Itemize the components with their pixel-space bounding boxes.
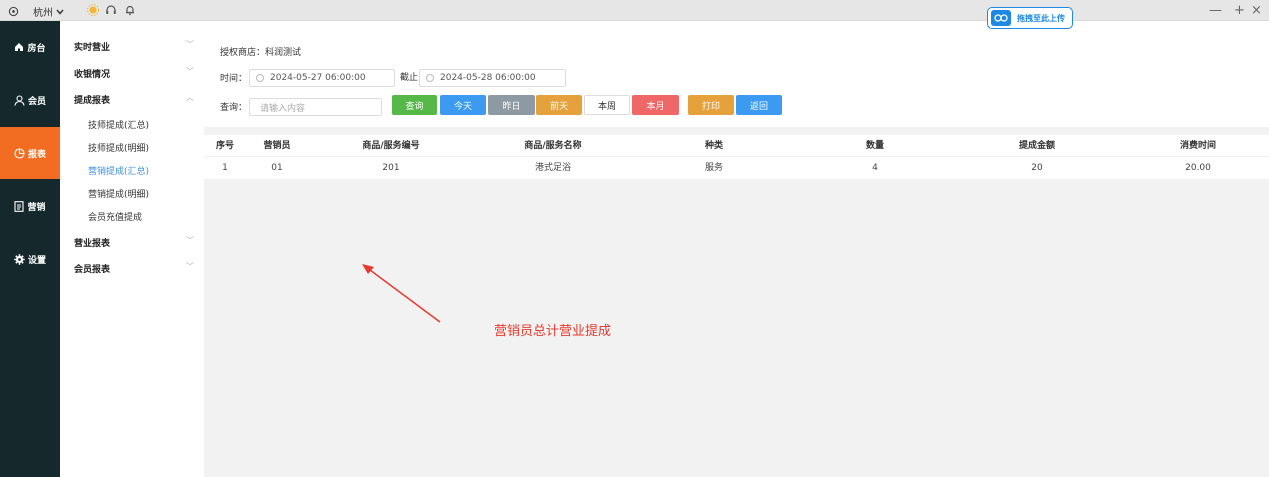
sun-icon[interactable]: [87, 4, 99, 16]
row-cell: 港式足浴: [534, 163, 572, 173]
nav-item-members[interactable]: 会员: [0, 74, 60, 126]
submenu-item-member-topup[interactable]: 会员充值提成: [88, 210, 142, 223]
row-cell: 4: [872, 163, 878, 173]
gear-icon: [14, 253, 25, 265]
submenu-group-member[interactable]: 会员报表: [74, 262, 110, 275]
main-content: 授权商店：科润测试 时间： 2024-05-27 06:00:00 截止 202…: [204, 21, 1269, 477]
location-selector[interactable]: 杭州: [8, 4, 64, 19]
upload-label: 拖拽至此上传: [1017, 13, 1065, 23]
submenu-item-tech-summary[interactable]: 技师提成(汇总): [88, 118, 149, 131]
chevron-down-icon: ﹀: [186, 262, 194, 271]
back-button[interactable]: 返回: [736, 95, 782, 115]
header-cell: 数量: [865, 141, 885, 151]
nav-item-settings[interactable]: 设置: [0, 233, 60, 285]
maximize-button[interactable]: +: [1234, 3, 1245, 18]
title-bar: 杭州 — + ×: [0, 0, 1269, 21]
start-time-input[interactable]: 2024-05-27 06:00:00: [249, 69, 395, 87]
nav-label: 营销: [27, 202, 46, 213]
print-button[interactable]: 打印: [688, 95, 734, 115]
chevron-down-icon: ﹀: [186, 67, 194, 76]
cloud-upload-icon: [991, 10, 1011, 26]
submenu-group-cashier[interactable]: 收银情况: [74, 67, 110, 80]
submenu-group-business[interactable]: 营业报表: [74, 236, 110, 249]
submenu-item-sales-detail[interactable]: 营销提成(明细): [88, 187, 149, 200]
clock-icon: [426, 74, 434, 82]
row-cell: 1: [222, 163, 228, 173]
time-label: 时间：: [220, 74, 248, 84]
this-month-button[interactable]: 本月: [632, 95, 679, 115]
header-cell: 商品/服务名称: [524, 141, 582, 151]
chevron-down-icon: [56, 9, 64, 15]
today-button[interactable]: 今天: [440, 95, 486, 115]
chevron-up-icon: ︿: [186, 93, 194, 102]
yesterday-button[interactable]: 昨日: [488, 95, 535, 115]
submenu-item-sales-summary[interactable]: 营销提成(汇总): [88, 164, 149, 177]
query-input[interactable]: 请输入内容: [249, 98, 382, 116]
location-label: 杭州: [33, 8, 53, 19]
query-label: 查询：: [220, 103, 248, 113]
home-icon: [15, 43, 24, 51]
row-cell: 服务: [704, 163, 724, 173]
upload-button[interactable]: 拖拽至此上传: [987, 7, 1073, 29]
annotation-text: 营销员总计营业提成: [494, 324, 612, 339]
table-row[interactable]: 1 01 201 港式足浴 服务 4 20 20.00: [204, 157, 1269, 179]
nav-item-marketing[interactable]: 营销: [0, 180, 60, 232]
header-cell: 种类: [704, 141, 724, 151]
header-cell: 商品/服务编号: [362, 141, 420, 151]
minimize-button[interactable]: —: [1209, 3, 1222, 18]
store-label: 授权商店：科润测试: [220, 48, 302, 58]
end-time-input[interactable]: 2024-05-28 06:00:00: [419, 69, 566, 87]
user-icon: [14, 94, 25, 106]
this-week-button[interactable]: 本周: [584, 95, 630, 115]
clock-icon: [256, 74, 264, 82]
headset-icon[interactable]: [105, 4, 117, 16]
chevron-down-icon: ﹀: [186, 236, 194, 245]
close-button[interactable]: ×: [1251, 3, 1262, 18]
nav-label: 设置: [27, 255, 46, 266]
main-nav: 房台 会员 报表 营销 设置: [0, 21, 60, 477]
bell-icon[interactable]: [124, 4, 136, 16]
row-cell: 20: [1031, 163, 1043, 173]
to-label: 截止: [400, 73, 419, 83]
chart-icon: [14, 147, 25, 159]
nav-label: 房台: [27, 43, 46, 54]
day-before-button[interactable]: 前天: [536, 95, 582, 115]
submenu-group-commission[interactable]: 提成报表: [74, 93, 110, 106]
search-button[interactable]: 查询: [392, 95, 437, 115]
end-time-value: 2024-05-28 06:00:00: [440, 73, 536, 83]
start-time-value: 2024-05-27 06:00:00: [270, 73, 366, 83]
nav-item-reports[interactable]: 报表: [0, 127, 60, 179]
nav-label: 报表: [27, 149, 46, 160]
table-header: 序号 营销员 商品/服务编号 商品/服务名称 种类 数量 提成金额 消费时间: [204, 135, 1269, 157]
submenu-item-tech-detail[interactable]: 技师提成(明细): [88, 141, 149, 154]
row-cell: 201: [382, 163, 400, 173]
filter-panel: 授权商店：科润测试 时间： 2024-05-27 06:00:00 截止 202…: [204, 21, 1269, 127]
commission-table: 序号 营销员 商品/服务编号 商品/服务名称 种类 数量 提成金额 消费时间 1…: [204, 135, 1269, 179]
header-cell: 消费时间: [1179, 141, 1217, 151]
row-cell: 20.00: [1185, 163, 1211, 173]
document-icon: [14, 200, 25, 212]
report-submenu: 实时营业 ﹀ 收银情况 ﹀ 提成报表 ︿ 技师提成(汇总) 技师提成(明细) 营…: [60, 21, 204, 477]
nav-item-rooms[interactable]: 房台: [0, 21, 60, 73]
row-cell: 01: [271, 163, 283, 173]
chevron-down-icon: ﹀: [186, 40, 194, 49]
location-pin-icon: [8, 6, 19, 17]
header-cell: 序号: [215, 141, 235, 151]
header-cell: 营销员: [263, 141, 291, 151]
submenu-group-realtime[interactable]: 实时营业: [74, 40, 110, 53]
header-cell: 提成金额: [1018, 141, 1056, 151]
nav-label: 会员: [27, 96, 46, 107]
